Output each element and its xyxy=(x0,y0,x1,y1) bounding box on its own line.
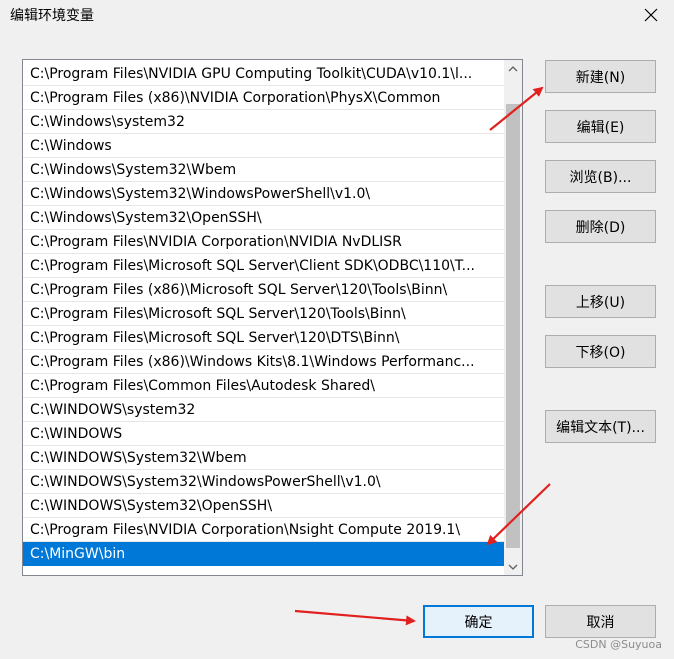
annotation-arrow-ok xyxy=(294,609,416,626)
annotation-arrows xyxy=(294,86,551,626)
annotation-arrow-mingw xyxy=(486,483,551,546)
edit-env-var-dialog: 编辑环境变量 C:\Program Files\NVIDIA GPU Compu… xyxy=(0,0,674,659)
annotation-arrow-new xyxy=(489,86,544,131)
